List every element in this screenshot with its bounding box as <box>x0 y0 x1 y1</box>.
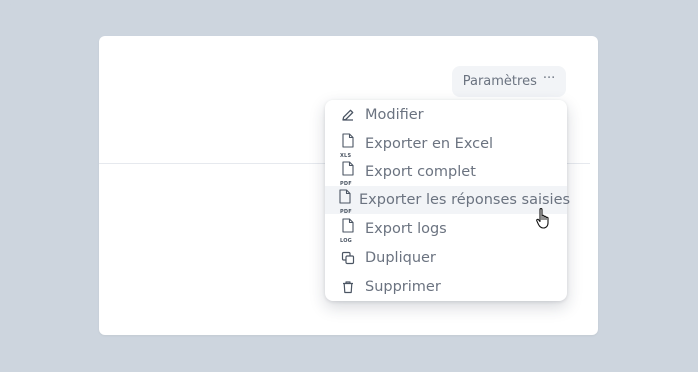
menu-item-modifier[interactable]: Modifier <box>325 101 567 129</box>
menu-item-export-logs[interactable]: LOG Export logs <box>325 215 567 244</box>
menu-item-exporter-excel[interactable]: XLS Exporter en Excel <box>325 130 567 159</box>
actions-dropdown-menu: Modifier XLS Exporter en Excel PDF Expor… <box>325 100 571 301</box>
menu-item-export-complet[interactable]: PDF Export complet <box>325 158 567 187</box>
parametres-label: Paramètres <box>462 74 537 89</box>
more-icon: ··· <box>542 71 556 86</box>
menu-item-dupliquer[interactable]: Dupliquer <box>325 244 567 272</box>
file-log-icon: LOG <box>339 217 357 244</box>
menu-item-exporter-reponses[interactable]: PDF Exporter les réponses saisies <box>325 186 571 215</box>
duplicate-icon <box>339 247 357 269</box>
file-pdf-icon: PDF <box>339 188 352 215</box>
hand-pointer-cursor-icon <box>536 208 549 229</box>
menu-item-label: Modifier <box>365 107 424 123</box>
pencil-icon <box>339 104 357 126</box>
file-xls-icon: XLS <box>339 132 357 159</box>
menu-item-label: Export logs <box>365 221 447 237</box>
menu-item-label: Exporter les réponses saisies <box>359 192 571 208</box>
menu-item-supprimer[interactable]: Supprimer <box>325 273 567 301</box>
menu-item-label: Supprimer <box>365 279 441 295</box>
file-pdf-icon: PDF <box>339 160 357 187</box>
parametres-button[interactable]: Paramètres ··· <box>452 66 566 97</box>
trash-icon <box>339 276 357 298</box>
menu-item-label: Export complet <box>365 164 476 180</box>
menu-item-label: Dupliquer <box>365 250 436 266</box>
menu-item-label: Exporter en Excel <box>365 136 494 152</box>
